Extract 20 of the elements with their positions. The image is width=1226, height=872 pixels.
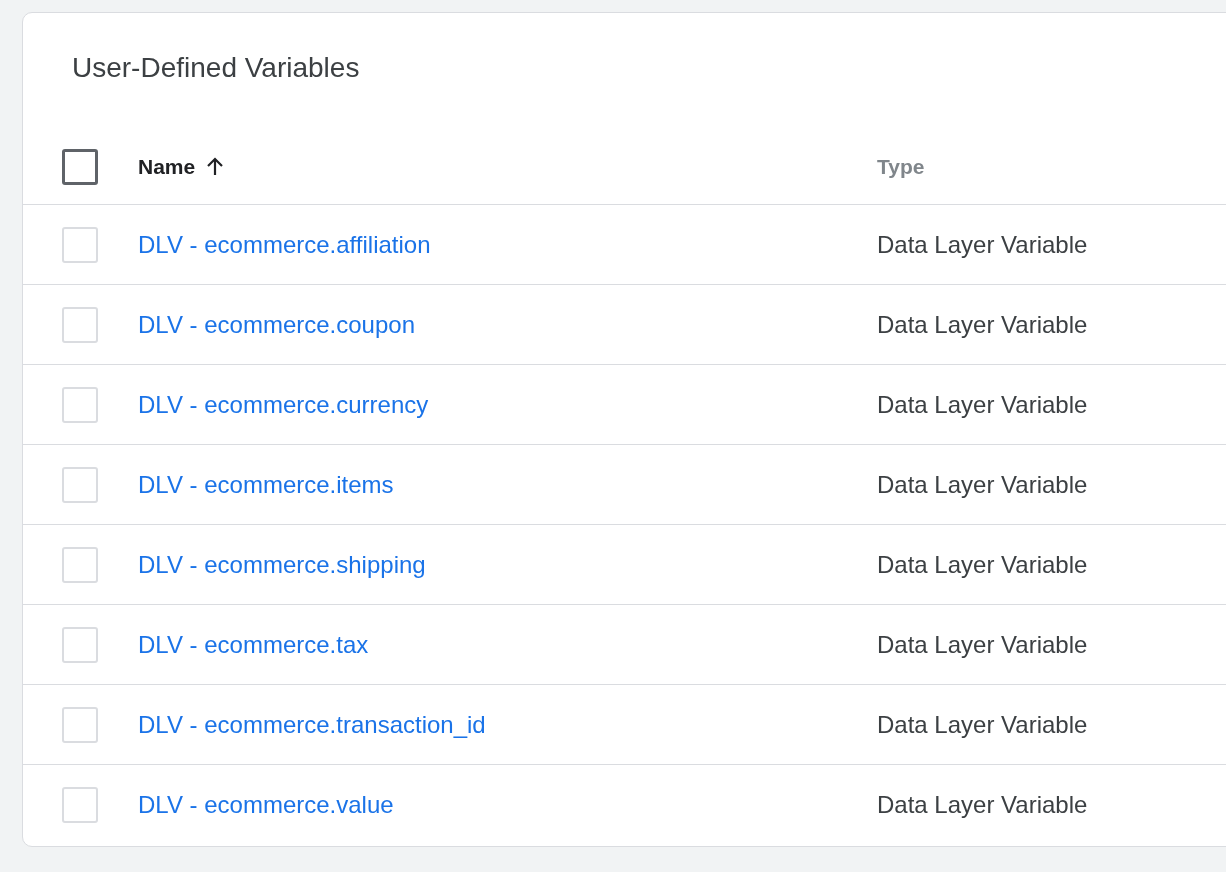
- variable-link[interactable]: DLV - ecommerce.tax: [138, 630, 369, 658]
- table-cell-text: Data Layer Variable: [877, 389, 1088, 420]
- variable-link[interactable]: DLV - ecommerce.shipping: [138, 550, 426, 578]
- variable-link[interactable]: DLV - ecommerce.currency: [138, 390, 429, 418]
- table-cell-text: Data Layer Variable: [877, 709, 1088, 740]
- table-cell-text: Data Layer Variable: [877, 309, 1088, 340]
- variable-link[interactable]: DLV - ecommerce.affiliation: [138, 230, 431, 258]
- variable-link[interactable]: DLV - ecommerce.items: [138, 470, 394, 498]
- variable-link[interactable]: DLV - ecommerce.value: [138, 791, 394, 818]
- table-cell-text: Data Layer Variable: [877, 469, 1088, 500]
- table-cell-text: Data Layer Variable: [877, 629, 1088, 660]
- variable-link[interactable]: DLV - ecommerce.coupon: [138, 310, 415, 338]
- card-title: User-Defined Variables: [72, 51, 360, 85]
- checkbox[interactable]: [62, 149, 98, 185]
- column-header[interactable]: Name: [138, 151, 196, 183]
- table-cell-text: Data Layer Variable: [877, 549, 1088, 580]
- table-cell-text: Data Layer Variable: [877, 229, 1088, 260]
- table-cell-text: Data Layer Variable: [877, 790, 1088, 820]
- column-header[interactable]: Type: [877, 151, 925, 183]
- variable-link[interactable]: DLV - ecommerce.transaction_id: [138, 710, 486, 738]
